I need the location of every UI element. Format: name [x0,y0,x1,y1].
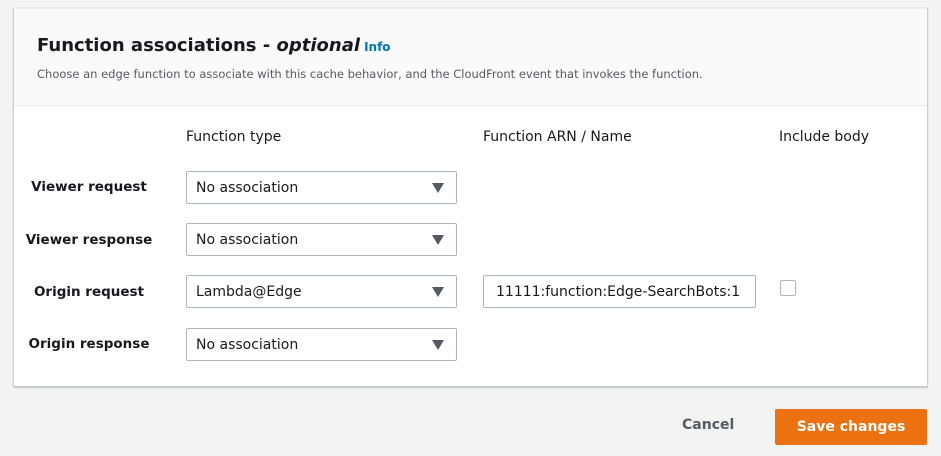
origin-request-function-arn-input[interactable]: 11111:function:Edge-SearchBots:1 [483,275,756,308]
function-associations-panel: Function associations - optional Info Cho… [14,8,927,386]
viewer-request-function-type-select[interactable]: No association [186,171,457,204]
title-text: Function associations - [37,35,277,56]
select-value: No association [196,232,299,248]
caret-down-icon [432,340,444,350]
caret-down-icon [432,183,444,193]
column-header-function-type: Function type [186,129,282,145]
panel-title: Function associations - optional Info [37,35,391,56]
info-link[interactable]: Info [364,40,390,54]
title-optional: optional [276,35,361,56]
origin-response-function-type-select[interactable]: No association [186,328,457,361]
panel-description: Choose an edge function to associate wit… [37,67,703,81]
caret-down-icon [432,287,444,297]
select-value: Lambda@Edge [196,284,302,300]
select-value: No association [196,337,299,353]
origin-request-function-type-select[interactable]: Lambda@Edge [186,275,457,308]
panel-header: Function associations - optional Info Cho… [14,9,927,106]
row-label-viewer-request: Viewer request [31,179,147,195]
column-header-include-body: Include body [779,129,870,145]
viewer-response-function-type-select[interactable]: No association [186,223,457,256]
row-label-origin-response: Origin response [28,336,150,352]
row-label-origin-request: Origin request [33,284,145,300]
save-changes-button[interactable]: Save changes [775,409,927,445]
cancel-button[interactable]: Cancel [672,411,744,439]
select-value: No association [196,180,299,196]
column-header-function-arn: Function ARN / Name [483,129,632,145]
caret-down-icon [432,235,444,245]
row-label-viewer-response: Viewer response [25,232,153,248]
origin-request-include-body-checkbox[interactable] [780,280,796,296]
